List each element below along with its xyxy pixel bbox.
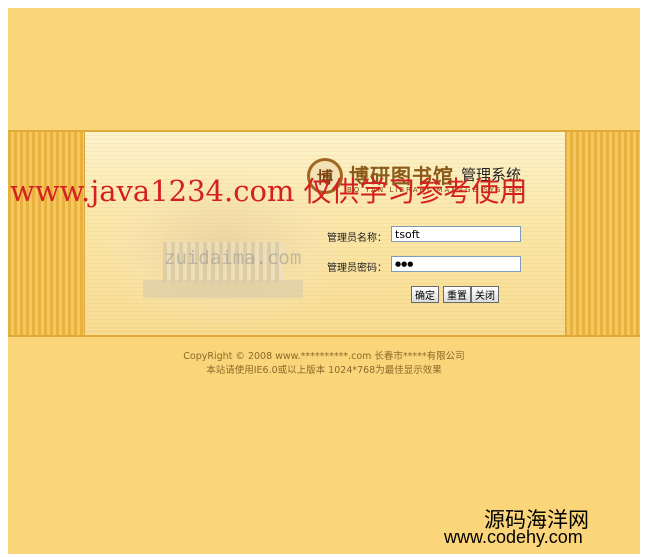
login-panel: 博 博研图书馆 管理系统 BO YAN LIBRARY MANAGE SYSTE… bbox=[84, 132, 566, 335]
site-watermark-url: www.codehy.com bbox=[444, 527, 583, 547]
confirm-button[interactable]: 确定 bbox=[411, 286, 439, 303]
username-field[interactable]: tsoft bbox=[391, 226, 521, 242]
gray-watermark: zuidaima.com bbox=[164, 247, 302, 269]
browser-notice: 本站请使用IE6.0或以上版本 1024*768为最佳显示效果 bbox=[206, 365, 442, 376]
reset-button[interactable]: 重置 bbox=[443, 286, 471, 303]
red-watermark: www.java1234.com 仅供学习参考使用 bbox=[10, 170, 527, 210]
password-label: 管理员密码： bbox=[327, 263, 387, 274]
red-watermark-cn: 仅供学习参考使用 bbox=[294, 175, 528, 208]
page-background: 博 博研图书馆 管理系统 BO YAN LIBRARY MANAGE SYSTE… bbox=[8, 8, 640, 554]
band-stripe-right bbox=[564, 132, 640, 335]
username-label: 管理员名称： bbox=[327, 233, 387, 244]
red-watermark-url: www.java1234.com bbox=[10, 174, 295, 208]
building-base bbox=[143, 280, 303, 298]
copyright-text: CopyRight © 2008 www.**********.com 长春市*… bbox=[183, 351, 465, 362]
close-button[interactable]: 关闭 bbox=[471, 286, 499, 303]
password-field[interactable]: ●●● bbox=[391, 256, 521, 272]
login-band: 博 博研图书馆 管理系统 BO YAN LIBRARY MANAGE SYSTE… bbox=[8, 130, 640, 337]
band-stripe-left bbox=[8, 132, 84, 335]
